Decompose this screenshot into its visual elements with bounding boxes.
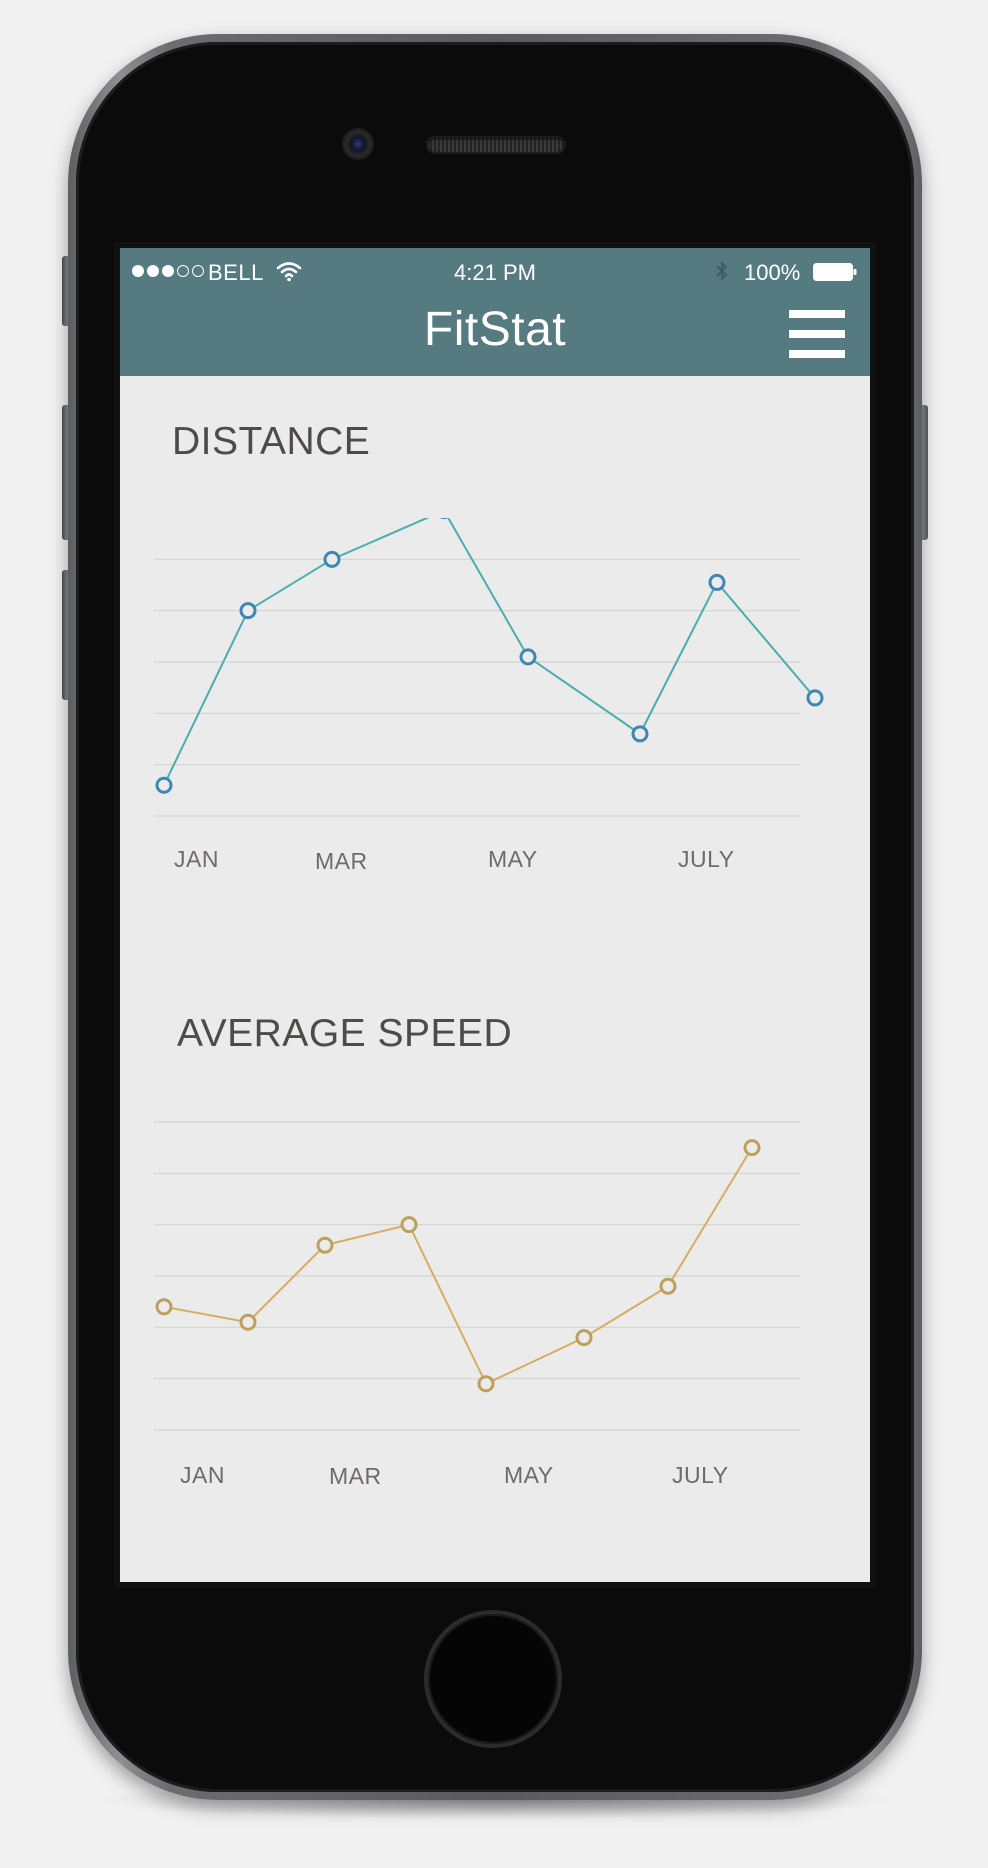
front-camera [344,130,372,158]
distance-tick-label: MAR [315,848,368,874]
bluetooth-icon [716,260,728,282]
speed-data-point[interactable] [659,1277,677,1295]
speed-data-point[interactable] [155,1298,173,1316]
speed-series-line [163,1147,753,1386]
battery-icon [813,263,857,281]
distance-data-point[interactable] [631,725,649,743]
distance-data-point[interactable] [708,573,726,591]
distance-tick-label: MAY [488,846,538,872]
distance-tick-label: JULY [678,846,735,872]
distance-data-point[interactable] [806,689,824,707]
speed-data-point[interactable] [575,1329,593,1347]
app-title: FitStat [423,303,567,356]
home-button[interactable] [428,1614,558,1744]
speed-tick-label: MAR [329,1463,382,1489]
speed-tick-label: MAY [504,1462,554,1488]
average-speed-chart-svg [154,1121,800,1431]
distance-data-point[interactable] [323,550,341,568]
distance-data-point[interactable] [519,648,537,666]
app-header: BELL 4:21 PM 100% FitStat [120,248,870,376]
speed-data-point[interactable] [316,1236,334,1254]
app-screen: BELL 4:21 PM 100% FitStat DISTANCE JAN M… [120,248,870,1582]
distance-data-point[interactable] [155,776,173,794]
average-speed-chart: JAN MAR MAY JULY [120,1112,870,1512]
speed-data-point[interactable] [239,1313,257,1331]
speed-data-point[interactable] [743,1139,761,1157]
earpiece-speaker [428,138,564,152]
battery-percentage: 100% [744,260,801,285]
speed-tick-label: JULY [672,1462,729,1488]
speed-data-point[interactable] [400,1216,418,1234]
speed-data-point[interactable] [477,1375,495,1393]
average-speed-title: AVERAGE SPEED [177,1012,513,1055]
distance-series-line [163,518,816,786]
distance-data-point[interactable] [239,602,257,620]
speed-tick-label: JAN [180,1462,225,1488]
distance-chart-svg [154,518,824,817]
hamburger-menu-icon[interactable] [789,310,845,358]
distance-chart: JAN MAR MAY JULY [120,518,870,918]
distance-tick-label: JAN [174,846,219,872]
status-bar: BELL 4:21 PM 100% [120,256,870,296]
distance-title: DISTANCE [172,420,371,463]
